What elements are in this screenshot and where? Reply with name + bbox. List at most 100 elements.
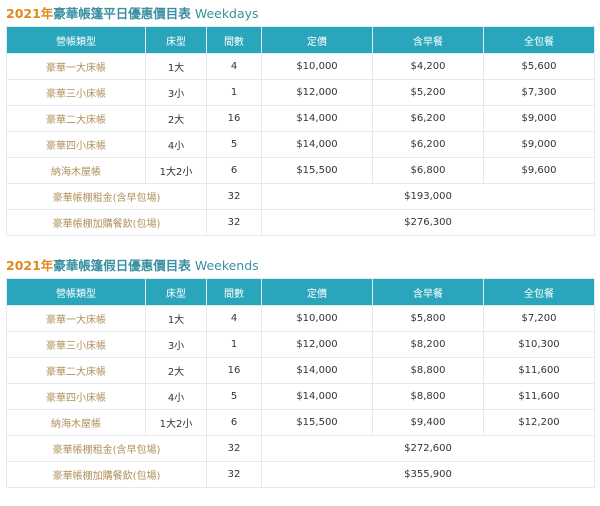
bed-type-cell: 3小 — [145, 79, 207, 106]
summary-count-cell: 32 — [206, 461, 262, 488]
table-header-row: 營帳類型 床型 間數 定價 含早餐 全包餐 — [6, 278, 595, 306]
weekends-price-table: 營帳類型 床型 間數 定價 含早餐 全包餐 豪華一大床帳 1大 4 $10,00… — [6, 278, 595, 488]
full-board-price-cell: $9,600 — [483, 157, 595, 184]
tent-type-cell: 豪華三小床帳 — [6, 331, 146, 358]
weekdays-price-table: 營帳類型 床型 間數 定價 含早餐 全包餐 豪華一大床帳 1大 4 $10,00… — [6, 26, 595, 236]
weekdays-section: 2021年豪華帳篷平日優惠價目表 Weekdays 營帳類型 床型 間數 定價 含… — [0, 0, 600, 236]
list-price-cell: $14,000 — [261, 131, 373, 158]
room-count-cell: 1 — [206, 79, 262, 106]
header-tent-type: 營帳類型 — [6, 26, 146, 54]
bed-type-cell: 4小 — [145, 383, 207, 410]
header-with-breakfast: 含早餐 — [372, 26, 484, 54]
summary-price-cell: $193,000 — [261, 183, 595, 210]
list-price-cell: $10,000 — [261, 305, 373, 332]
summary-label-cell: 豪華帳棚加購餐飲(包場) — [6, 209, 207, 236]
table-row: 豪華二大床帳 2大 16 $14,000 $8,800 $11,600 — [6, 357, 595, 384]
room-count-cell: 6 — [206, 157, 262, 184]
tent-type-cell: 豪華二大床帳 — [6, 357, 146, 384]
summary-label-cell: 豪華帳棚加購餐飲(包場) — [6, 461, 207, 488]
summary-price-cell: $355,900 — [261, 461, 595, 488]
header-list-price: 定價 — [261, 26, 373, 54]
table-row: 豪華三小床帳 3小 1 $12,000 $5,200 $7,300 — [6, 79, 595, 106]
tent-type-cell: 豪華一大床帳 — [6, 53, 146, 80]
header-with-breakfast: 含早餐 — [372, 278, 484, 306]
breakfast-price-cell: $9,400 — [372, 409, 484, 436]
summary-label-cell: 豪華帳棚租金(含早包場) — [6, 183, 207, 210]
weekdays-title: 2021年豪華帳篷平日優惠價目表 Weekdays — [0, 0, 600, 26]
summary-price-cell: $272,600 — [261, 435, 595, 462]
summary-count-cell: 32 — [206, 435, 262, 462]
breakfast-price-cell: $4,200 — [372, 53, 484, 80]
tent-type-cell: 納海木屋帳 — [6, 157, 146, 184]
header-tent-type: 營帳類型 — [6, 278, 146, 306]
full-board-price-cell: $7,200 — [483, 305, 595, 332]
table-row: 豪華一大床帳 1大 4 $10,000 $4,200 $5,600 — [6, 53, 595, 80]
full-board-price-cell: $11,600 — [483, 357, 595, 384]
table-row: 納海木屋帳 1大2小 6 $15,500 $9,400 $12,200 — [6, 409, 595, 436]
weekdays-title-year: 2021年 — [6, 6, 54, 21]
full-board-price-cell: $9,000 — [483, 131, 595, 158]
tent-type-cell: 豪華二大床帳 — [6, 105, 146, 132]
list-price-cell: $12,000 — [261, 331, 373, 358]
breakfast-price-cell: $6,200 — [372, 105, 484, 132]
weekends-title: 2021年豪華帳篷假日優惠價目表 Weekends — [0, 252, 600, 278]
list-price-cell: $14,000 — [261, 105, 373, 132]
table-row: 豪華三小床帳 3小 1 $12,000 $8,200 $10,300 — [6, 331, 595, 358]
breakfast-price-cell: $6,800 — [372, 157, 484, 184]
bed-type-cell: 2大 — [145, 357, 207, 384]
room-count-cell: 1 — [206, 331, 262, 358]
list-price-cell: $12,000 — [261, 79, 373, 106]
table-header-row: 營帳類型 床型 間數 定價 含早餐 全包餐 — [6, 26, 595, 54]
header-room-count: 間數 — [206, 278, 262, 306]
table-row: 豪華四小床帳 4小 5 $14,000 $6,200 $9,000 — [6, 131, 595, 158]
bed-type-cell: 1大 — [145, 305, 207, 332]
full-board-price-cell: $12,200 — [483, 409, 595, 436]
breakfast-price-cell: $5,200 — [372, 79, 484, 106]
bed-type-cell: 4小 — [145, 131, 207, 158]
full-board-price-cell: $5,600 — [483, 53, 595, 80]
weekends-title-text: 豪華帳篷假日優惠價目表 — [53, 258, 191, 273]
list-price-cell: $14,000 — [261, 357, 373, 384]
summary-row: 豪華帳棚加購餐飲(包場) 32 $355,900 — [6, 461, 595, 488]
header-room-count: 間數 — [206, 26, 262, 54]
summary-row: 豪華帳棚租金(含早包場) 32 $272,600 — [6, 435, 595, 462]
room-count-cell: 16 — [206, 357, 262, 384]
breakfast-price-cell: $8,200 — [372, 331, 484, 358]
summary-count-cell: 32 — [206, 209, 262, 236]
bed-type-cell: 1大 — [145, 53, 207, 80]
header-full-board: 全包餐 — [483, 278, 595, 306]
tent-type-cell: 豪華四小床帳 — [6, 131, 146, 158]
list-price-cell: $15,500 — [261, 409, 373, 436]
summary-count-cell: 32 — [206, 183, 262, 210]
header-list-price: 定價 — [261, 278, 373, 306]
weekends-title-year: 2021年 — [6, 258, 54, 273]
weekends-section: 2021年豪華帳篷假日優惠價目表 Weekends 營帳類型 床型 間數 定價 含… — [0, 252, 600, 488]
list-price-cell: $14,000 — [261, 383, 373, 410]
summary-label-cell: 豪華帳棚租金(含早包場) — [6, 435, 207, 462]
summary-row: 豪華帳棚租金(含早包場) 32 $193,000 — [6, 183, 595, 210]
bed-type-cell: 2大 — [145, 105, 207, 132]
weekends-title-english: Weekends — [194, 258, 259, 273]
summary-row: 豪華帳棚加購餐飲(包場) 32 $276,300 — [6, 209, 595, 236]
tent-type-cell: 豪華四小床帳 — [6, 383, 146, 410]
bed-type-cell: 1大2小 — [145, 157, 207, 184]
room-count-cell: 16 — [206, 105, 262, 132]
table-row: 豪華一大床帳 1大 4 $10,000 $5,800 $7,200 — [6, 305, 595, 332]
header-bed-type: 床型 — [145, 278, 207, 306]
breakfast-price-cell: $5,800 — [372, 305, 484, 332]
tent-type-cell: 豪華三小床帳 — [6, 79, 146, 106]
full-board-price-cell: $7,300 — [483, 79, 595, 106]
table-row: 豪華四小床帳 4小 5 $14,000 $8,800 $11,600 — [6, 383, 595, 410]
bed-type-cell: 3小 — [145, 331, 207, 358]
room-count-cell: 4 — [206, 305, 262, 332]
list-price-cell: $10,000 — [261, 53, 373, 80]
bed-type-cell: 1大2小 — [145, 409, 207, 436]
breakfast-price-cell: $8,800 — [372, 383, 484, 410]
room-count-cell: 4 — [206, 53, 262, 80]
full-board-price-cell: $10,300 — [483, 331, 595, 358]
breakfast-price-cell: $8,800 — [372, 357, 484, 384]
full-board-price-cell: $11,600 — [483, 383, 595, 410]
table-row: 納海木屋帳 1大2小 6 $15,500 $6,800 $9,600 — [6, 157, 595, 184]
full-board-price-cell: $9,000 — [483, 105, 595, 132]
room-count-cell: 6 — [206, 409, 262, 436]
